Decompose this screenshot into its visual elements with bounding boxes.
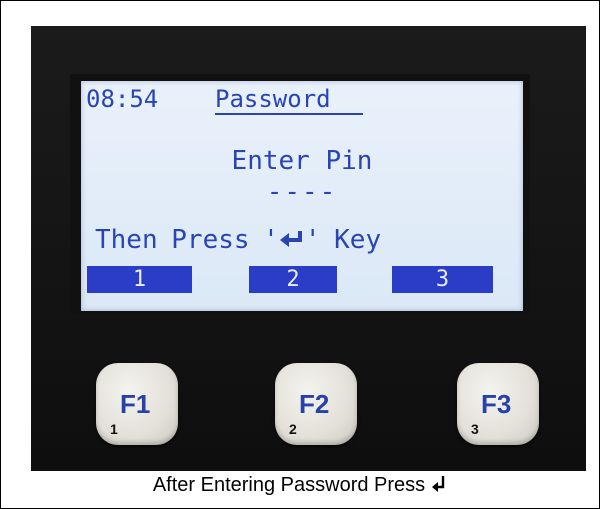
lcd-screen: 08:54 Password Enter Pin ---- Then Press… xyxy=(81,81,523,311)
pin-entry-field[interactable]: ---- xyxy=(81,179,523,205)
f2-key-label: F2 xyxy=(299,389,330,419)
title-underline xyxy=(215,113,363,115)
caption-text: After Entering Password Press xyxy=(152,474,426,496)
f1-key-number: 1 xyxy=(110,421,118,437)
instruction-after: ' Key xyxy=(304,225,382,255)
f1-key[interactable]: F1 1 xyxy=(96,363,178,445)
enter-key-icon xyxy=(279,231,302,247)
f3-key-label: F3 xyxy=(481,389,512,419)
clock-time: 08:54 xyxy=(86,85,159,113)
softkey-1[interactable]: 1 xyxy=(87,266,192,293)
manual-figure: 08:54 Password Enter Pin ---- Then Press… xyxy=(0,0,600,509)
instruction-line: Then Press ' ' Key xyxy=(95,227,381,253)
screen-title: Password xyxy=(215,85,331,113)
f3-key[interactable]: F3 3 xyxy=(457,363,539,445)
softkey-2[interactable]: 2 xyxy=(249,266,337,293)
instruction-before: Then Press ' xyxy=(95,225,279,255)
figure-caption: After Entering Password Press xyxy=(1,474,599,497)
return-arrow-icon xyxy=(432,476,445,492)
softkey-3[interactable]: 3 xyxy=(392,266,493,293)
f3-key-number: 3 xyxy=(471,421,479,437)
pin-prompt: Enter Pin xyxy=(231,146,373,176)
f2-key[interactable]: F2 2 xyxy=(275,363,357,445)
f1-key-label: F1 xyxy=(120,389,151,419)
f2-key-number: 2 xyxy=(289,421,297,437)
